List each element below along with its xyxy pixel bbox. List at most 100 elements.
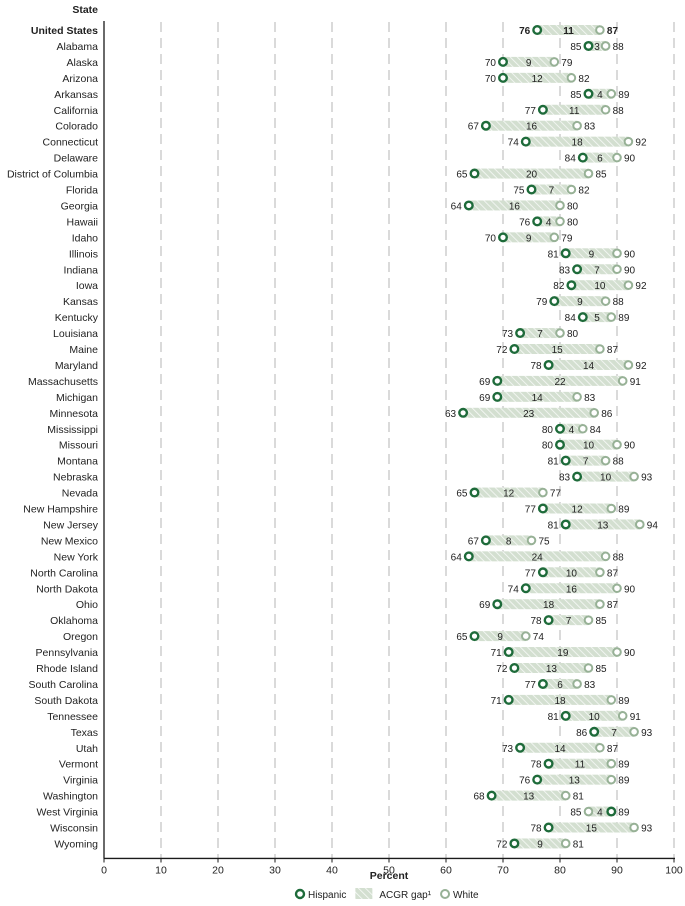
state-label: District of Columbia (7, 169, 98, 181)
hispanic-value: 65 (456, 170, 468, 181)
hispanic-marker (463, 551, 474, 562)
white-marker (600, 104, 611, 115)
white-marker (549, 57, 560, 67)
hispanic-value: 80 (542, 441, 554, 452)
hispanic-value: 81 (548, 457, 560, 468)
state-label: Indiana (64, 264, 99, 276)
hispanic-marker (537, 567, 548, 578)
table-row: West Virginia 4 85 89 (37, 806, 630, 819)
table-row: Hawaii 4 76 80 (66, 216, 579, 228)
white-value: 85 (596, 170, 608, 181)
hispanic-value: 84 (565, 313, 577, 324)
hispanic-marker (486, 790, 497, 801)
state-label: Illinois (69, 248, 98, 260)
gap-label: 12 (503, 489, 515, 500)
table-row: Idaho 9 70 79 (72, 232, 573, 244)
hispanic-marker (498, 56, 509, 67)
white-value: 87 (607, 600, 619, 611)
table-row: Rhode Island 13 72 85 (36, 663, 607, 675)
table-row: Massachusetts 22 69 91 (28, 375, 641, 388)
table-row: Arkansas 4 85 89 (54, 88, 630, 101)
hispanic-value: 70 (485, 233, 497, 244)
hispanic-value: 76 (519, 776, 531, 787)
gap-label: 9 (589, 249, 595, 260)
white-marker (600, 551, 611, 562)
white-value: 87 (607, 345, 619, 356)
hispanic-marker (532, 216, 543, 227)
table-row: United States 11 76 87 (31, 25, 618, 37)
white-marker (612, 248, 622, 259)
hispanic-value: 81 (548, 520, 560, 531)
hispanic-value: 76 (519, 26, 531, 37)
state-label: Virginia (63, 775, 98, 787)
state-label: North Dakota (36, 583, 98, 595)
white-value: 90 (624, 584, 636, 595)
gap-label: 14 (554, 744, 566, 755)
white-value: 89 (618, 760, 630, 771)
gap-label: 19 (557, 648, 569, 659)
white-value: 90 (624, 249, 636, 260)
legend-item-hispanic: Hispanic (294, 888, 346, 901)
hispanic-value: 68 (473, 792, 485, 803)
white-marker (623, 136, 634, 147)
white-value: 94 (647, 520, 659, 531)
hispanic-value: 89 (618, 808, 630, 819)
table-row: Kansas 9 79 88 (63, 296, 624, 308)
table-row: Oregon 9 65 74 (63, 631, 544, 643)
hispanic-marker (520, 583, 531, 594)
table-row: Texas 7 86 93 (71, 726, 653, 739)
legend-item-white: White (440, 889, 479, 901)
x-tick-label: 80 (554, 864, 566, 876)
table-row: Arizona 12 70 82 (62, 72, 590, 85)
white-value: 80 (567, 329, 579, 340)
hispanic-value: 71 (491, 648, 503, 659)
white-value: 89 (618, 696, 630, 707)
state-label: Washington (43, 791, 98, 803)
state-label: New Hampshire (23, 504, 98, 516)
white-marker (612, 152, 622, 163)
gap-label: 13 (523, 792, 535, 803)
table-row: California 11 77 88 (54, 104, 624, 117)
gap-label: 18 (543, 600, 555, 611)
gap-label: 7 (611, 728, 617, 739)
white-marker (549, 232, 560, 243)
hispanic-marker (555, 439, 566, 450)
hispanic-value: 78 (530, 824, 542, 835)
hispanic-value: 65 (456, 632, 468, 643)
state-label: Florida (66, 185, 98, 197)
hispanic-marker (549, 296, 560, 307)
white-marker (600, 41, 611, 51)
hispanic-value: 78 (530, 361, 542, 372)
hispanic-marker (543, 359, 554, 370)
state-label: Alabama (57, 41, 99, 53)
hispanic-value: 82 (553, 281, 565, 292)
state-label: Maine (69, 344, 98, 356)
gap-label: 16 (509, 201, 521, 212)
white-value: 81 (573, 792, 585, 803)
table-row: Tennessee 10 81 91 (47, 710, 641, 723)
state-label: Missouri (59, 440, 98, 452)
white-value: 84 (590, 425, 602, 436)
white-marker (595, 25, 605, 35)
hispanic-marker (492, 375, 503, 386)
state-label: New Mexico (41, 535, 98, 547)
white-value: 87 (607, 568, 619, 579)
table-row: Mississippi 4 80 84 (47, 423, 602, 436)
white-value: 86 (601, 409, 613, 420)
white-marker (583, 168, 594, 179)
legend-swatch-gap (355, 888, 373, 899)
hispanic-marker (469, 487, 480, 498)
white-value: 88 (613, 457, 625, 468)
white-value: 92 (635, 361, 647, 372)
state-label: Delaware (54, 153, 99, 165)
state-label: Minnesota (50, 408, 99, 420)
hispanic-marker (503, 647, 514, 658)
white-marker (572, 120, 582, 131)
white-value: 83 (584, 393, 596, 404)
white-marker (612, 264, 622, 275)
white-value: 79 (561, 233, 573, 244)
gap-label: 3 (594, 42, 600, 53)
gap-label: 23 (523, 409, 535, 420)
white-value: 80 (567, 217, 579, 228)
hispanic-value: 83 (559, 265, 571, 276)
